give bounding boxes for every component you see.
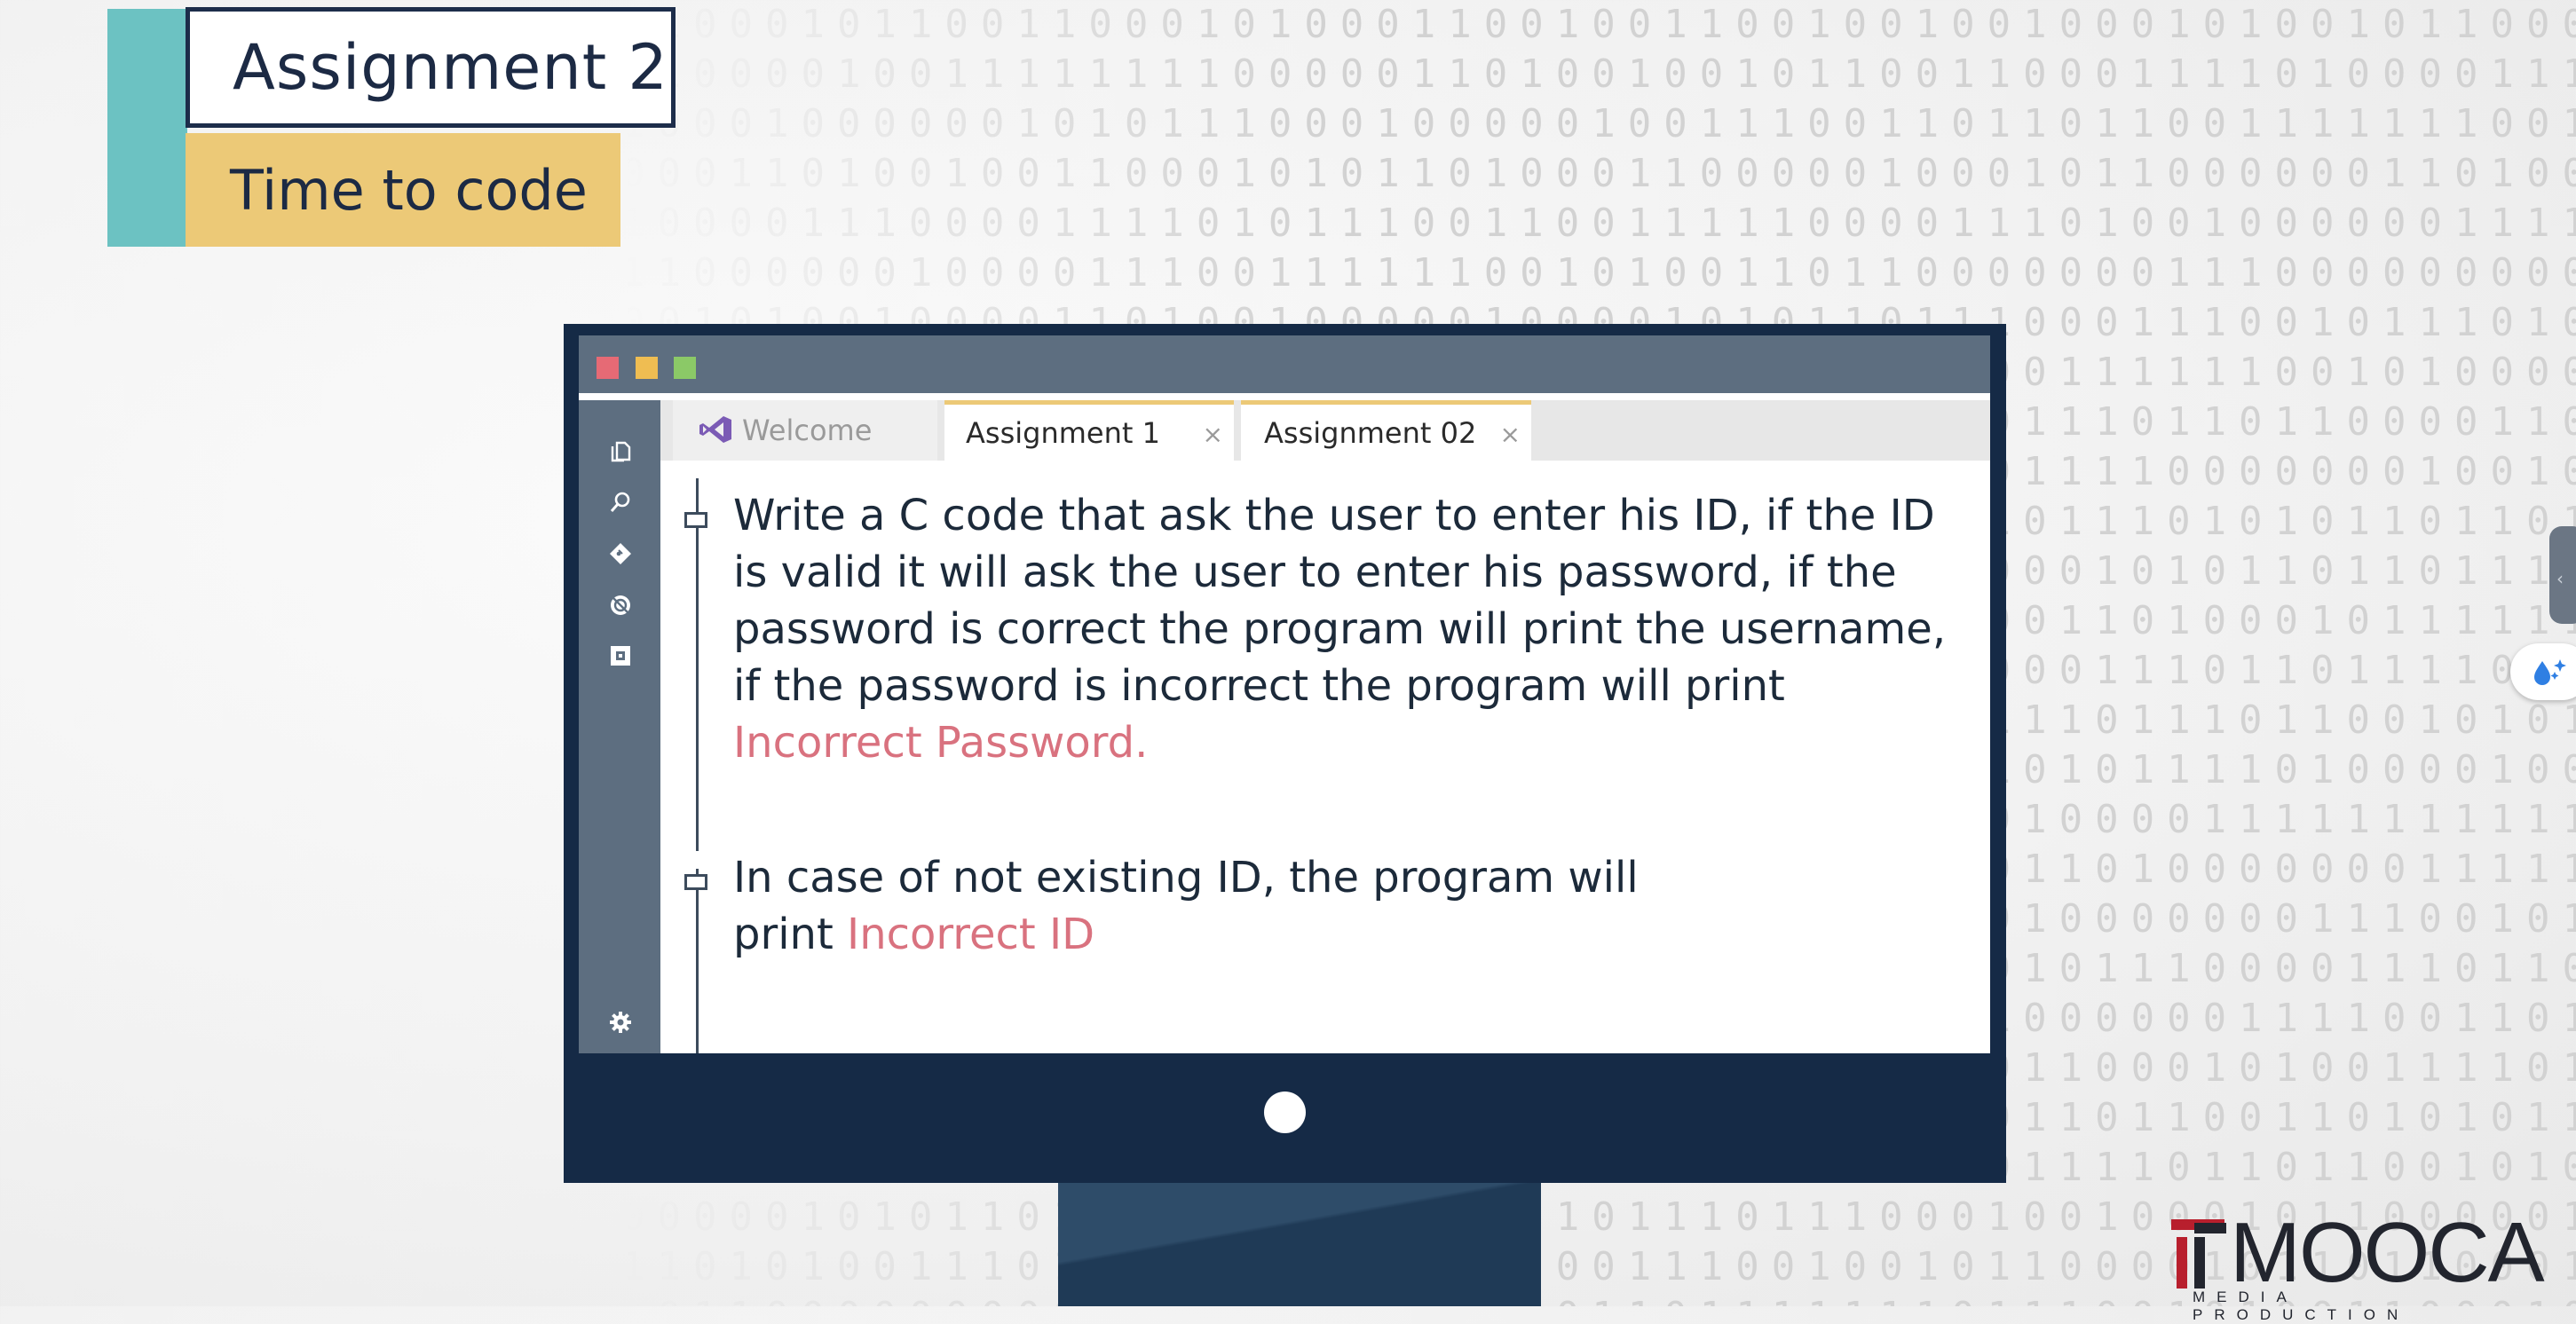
tab-welcome[interactable]: Welcome bbox=[673, 400, 937, 461]
search-icon[interactable] bbox=[609, 491, 632, 514]
close-tab-icon[interactable]: × bbox=[1203, 420, 1223, 449]
chevron-left-icon: ‹ bbox=[2556, 568, 2564, 589]
fold-marker-icon[interactable] bbox=[684, 874, 707, 890]
fold-guide bbox=[696, 869, 699, 1053]
subtitle-box: Time to code bbox=[186, 133, 620, 247]
visual-studio-icon bbox=[699, 416, 731, 443]
tab-assignment-1[interactable]: Assignment 1 × bbox=[944, 400, 1234, 461]
monitor-stand bbox=[1058, 1183, 1541, 1306]
minimize-window-button[interactable] bbox=[636, 357, 658, 379]
assignment-paragraph-1: Write a C code that ask the user to ente… bbox=[733, 487, 1958, 771]
tab-assignment-02[interactable]: Assignment 02 × bbox=[1241, 400, 1531, 461]
page-subtitle: Time to code bbox=[230, 157, 588, 223]
extensions-icon[interactable] bbox=[609, 644, 632, 667]
mooca-logo: MOOCA MEDIA PRODUCTION bbox=[2168, 1210, 2545, 1323]
code-editor-window: Welcome Assignment 1 × Assignment 02 × W… bbox=[579, 335, 1990, 1053]
maximize-window-button[interactable] bbox=[674, 357, 696, 379]
logo-mark-icon bbox=[2171, 1219, 2226, 1289]
close-window-button[interactable] bbox=[597, 357, 619, 379]
fold-marker-icon[interactable] bbox=[684, 512, 707, 528]
git-icon[interactable] bbox=[609, 542, 632, 565]
assignment-paragraph-2: In case of not existing ID, the program … bbox=[733, 849, 1648, 963]
assistant-bubble-button[interactable] bbox=[2510, 643, 2576, 700]
tab-label: Welcome bbox=[742, 414, 873, 447]
debug-icon[interactable] bbox=[609, 594, 632, 617]
title-box: Assignment 2 bbox=[186, 7, 676, 128]
fold-guide bbox=[696, 478, 699, 851]
activity-bar bbox=[579, 393, 660, 1053]
window-titlebar bbox=[579, 335, 1990, 393]
tab-label: Assignment 1 bbox=[966, 415, 1160, 450]
paragraph-text: Write a C code that ask the user to ente… bbox=[733, 491, 1947, 711]
editor-tab-bar: Welcome Assignment 1 × Assignment 02 × bbox=[660, 400, 1990, 461]
editor-content[interactable]: Write a C code that ask the user to ente… bbox=[660, 461, 1990, 1053]
sparkle-drop-icon bbox=[2534, 659, 2566, 685]
page-title: Assignment 2 bbox=[233, 31, 668, 104]
close-tab-icon[interactable]: × bbox=[1500, 420, 1521, 449]
title-accent-bar bbox=[107, 9, 187, 247]
logo-text: MOOCA bbox=[2230, 1205, 2545, 1300]
power-button bbox=[1264, 1092, 1306, 1133]
gear-icon[interactable] bbox=[609, 1011, 632, 1034]
highlighted-output: Incorrect Password. bbox=[733, 718, 1149, 768]
highlighted-output: Incorrect ID bbox=[847, 910, 1095, 959]
logo-subtext: MEDIA PRODUCTION bbox=[2193, 1289, 2410, 1323]
tab-label: Assignment 02 bbox=[1264, 415, 1477, 450]
files-icon[interactable] bbox=[609, 440, 632, 463]
